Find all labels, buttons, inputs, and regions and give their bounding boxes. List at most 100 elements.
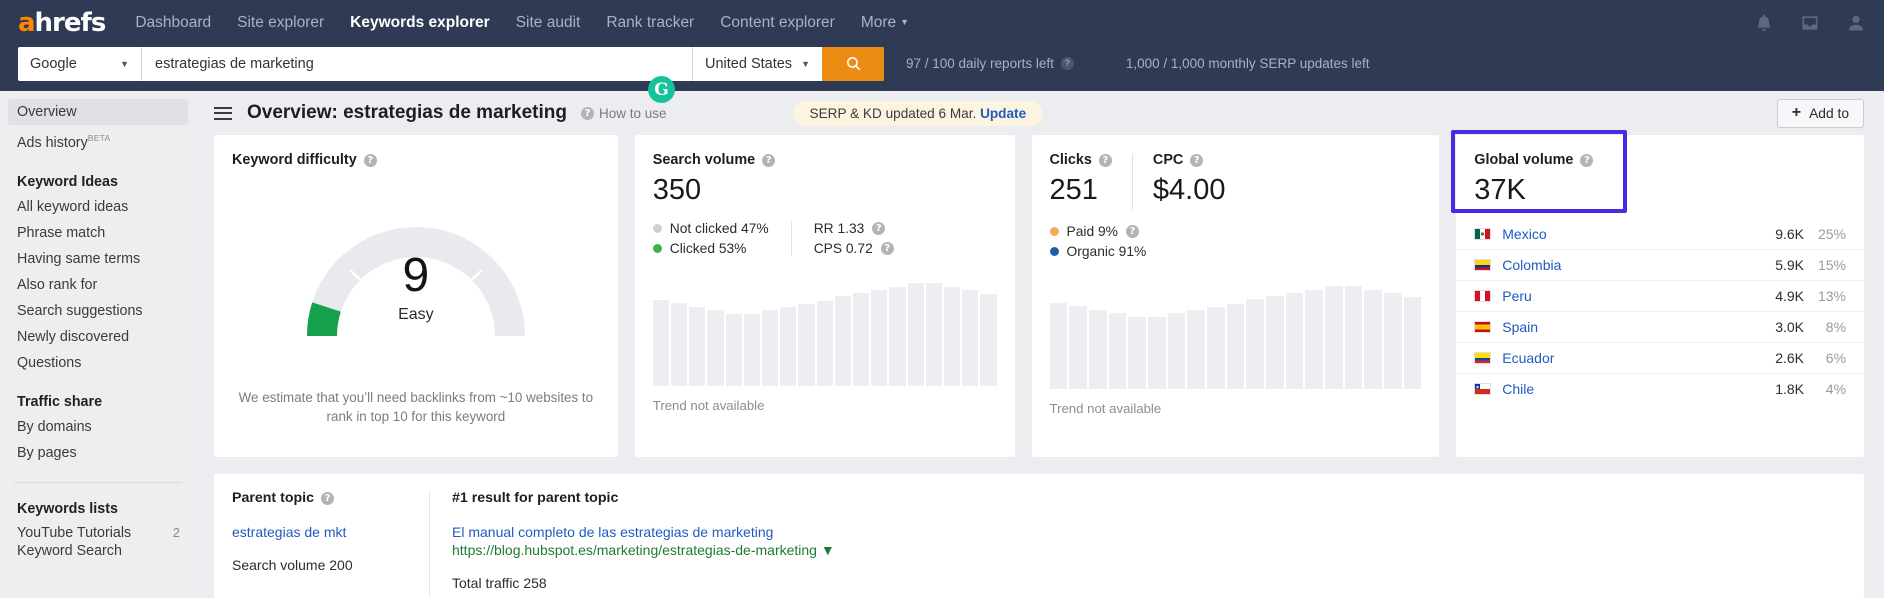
legend-dot-icon <box>1050 227 1059 236</box>
chart-bar <box>1305 290 1323 389</box>
ahrefs-logo[interactable]: ahrefs <box>18 10 105 36</box>
sidebar-item-having-same-terms[interactable]: Having same terms <box>0 246 196 272</box>
menu-toggle-icon[interactable] <box>214 107 232 120</box>
nav-label: Site explorer <box>237 14 324 31</box>
keyword-input[interactable] <box>142 47 692 81</box>
grammarly-badge-icon[interactable]: G <box>648 76 675 103</box>
chart-bar <box>1089 310 1107 389</box>
help-icon[interactable]: ? <box>1061 57 1074 70</box>
top-result-url-text: https://blog.hubspot.es/marketing/estrat… <box>452 542 817 558</box>
table-row[interactable]: Peru 4.9K 13% <box>1456 280 1864 311</box>
top-result-heading: #1 result for parent topic <box>452 490 1864 506</box>
chart-bar <box>653 300 669 386</box>
nav-content-explorer[interactable]: Content explorer <box>720 14 835 32</box>
help-icon[interactable]: ? <box>364 154 377 167</box>
monthly-serp-quota: 1,000 / 1,000 monthly SERP updates left <box>1126 56 1370 71</box>
chevron-down-icon[interactable]: ▼ <box>821 542 835 558</box>
country-percent: 6% <box>1804 350 1846 366</box>
help-icon[interactable]: ? <box>881 242 894 255</box>
country-volume: 3.0K <box>1775 319 1804 335</box>
top-result-title-link[interactable]: El manual completo de las estrategias de… <box>452 524 1864 540</box>
sidebar-item-label: All keyword ideas <box>17 199 128 215</box>
nav-dashboard[interactable]: Dashboard <box>135 14 211 32</box>
help-icon[interactable]: ? <box>1190 154 1203 167</box>
sidebar-item-questions[interactable]: Questions <box>0 350 196 376</box>
sidebar-item-search-suggestions[interactable]: Search suggestions <box>0 298 196 324</box>
table-row[interactable]: Chile 1.8K 4% <box>1456 373 1864 404</box>
chart-bar <box>853 293 869 386</box>
chart-bar <box>780 307 796 386</box>
bell-icon[interactable] <box>1754 13 1774 33</box>
table-row[interactable]: Mexico 9.6K 25% <box>1456 219 1864 249</box>
parent-topic-link[interactable]: estrategias de mkt <box>232 524 429 540</box>
sidebar-item-also-rank-for[interactable]: Also rank for <box>0 272 196 298</box>
chart-bar <box>744 314 760 386</box>
parent-topic-panel: Parent topic ? estrategias de mkt Search… <box>214 474 1864 598</box>
serp-update-link[interactable]: Update <box>980 106 1026 121</box>
daily-quota-text: 97 / 100 daily reports left <box>906 56 1054 71</box>
list-label: YouTube Tutorials Keyword Search <box>17 524 173 561</box>
nav-site-audit[interactable]: Site audit <box>516 14 581 32</box>
cpc-value: $4.00 <box>1153 173 1226 207</box>
page-title: Overview: estrategias de marketing <box>247 102 567 124</box>
chart-bar <box>1345 286 1363 389</box>
sidebar-item-phrase-match[interactable]: Phrase match <box>0 220 196 246</box>
country-volume: 1.8K <box>1775 381 1804 397</box>
navbar-actions <box>1754 13 1866 33</box>
sidebar-item-all-keyword-ideas[interactable]: All keyword ideas <box>0 194 196 220</box>
search-button[interactable] <box>822 47 884 81</box>
search-engine-select[interactable]: Google ▼ <box>18 47 142 81</box>
table-row[interactable]: Spain 3.0K 8% <box>1456 311 1864 342</box>
chart-bar <box>1266 296 1284 389</box>
cpc-title-label: CPC <box>1153 152 1183 168</box>
sidebar-item-label: By domains <box>17 419 92 435</box>
clicks-legend: Paid 9% ? Organic 91% <box>1050 224 1422 259</box>
chart-bar <box>1069 306 1087 389</box>
sidebar-item-by-domains[interactable]: By domains <box>0 414 196 440</box>
country-volume: 5.9K <box>1775 257 1804 273</box>
country-select[interactable]: United States ▼ <box>692 47 822 81</box>
top-result-url[interactable]: https://blog.hubspot.es/marketing/estrat… <box>452 542 1864 558</box>
nav-site-explorer[interactable]: Site explorer <box>237 14 324 32</box>
add-to-button[interactable]: + Add to <box>1777 99 1864 128</box>
cpc-block: CPC ? $4.00 <box>1153 152 1226 210</box>
clicks-trend-chart <box>1032 281 1440 389</box>
table-row[interactable]: Colombia 5.9K 15% <box>1456 249 1864 280</box>
chart-bar <box>1168 313 1186 389</box>
help-icon[interactable]: ? <box>762 154 775 167</box>
country-volume: 2.6K <box>1775 350 1804 366</box>
sidebar-item-newly-discovered[interactable]: Newly discovered <box>0 324 196 350</box>
help-icon[interactable]: ? <box>1580 154 1593 167</box>
nav-keywords-explorer[interactable]: Keywords explorer <box>350 14 490 32</box>
sidebar-item-label: Search suggestions <box>17 303 143 319</box>
help-icon[interactable]: ? <box>872 222 885 235</box>
legend-label: Organic 91% <box>1067 244 1147 259</box>
inbox-icon[interactable] <box>1800 13 1820 33</box>
help-icon[interactable]: ? <box>1126 225 1139 238</box>
chart-bar <box>1148 317 1166 389</box>
help-icon[interactable]: ? <box>321 492 334 505</box>
kd-card-title: Keyword difficulty ? <box>232 152 600 168</box>
chart-bar <box>944 287 960 386</box>
sidebar-item-youtube-tutorials-list[interactable]: YouTube Tutorials Keyword Search 2 <box>0 521 196 564</box>
nav-more[interactable]: More▼ <box>861 14 909 32</box>
table-row[interactable]: Ecuador 2.6K 6% <box>1456 342 1864 373</box>
user-icon[interactable] <box>1846 13 1866 33</box>
chart-bar <box>671 303 687 386</box>
nav-rank-tracker[interactable]: Rank tracker <box>606 14 694 32</box>
monthly-quota-text: 1,000 / 1,000 monthly SERP updates left <box>1126 56 1370 71</box>
chart-bar <box>726 314 742 386</box>
sv-trend-note: Trend not available <box>635 386 1015 413</box>
nav-label: More <box>861 14 896 31</box>
chart-bar <box>762 310 778 386</box>
legend-label: Clicked 53% <box>670 241 747 256</box>
kd-label: Easy <box>304 306 528 324</box>
top-navbar: ahrefs Dashboard Site explorer Keywords … <box>0 0 1884 46</box>
sidebar-item-ads-history[interactable]: Ads historyBETA <box>0 125 196 156</box>
how-to-use-link[interactable]: ? How to use <box>581 106 667 121</box>
chart-bar <box>980 294 996 386</box>
sidebar-item-by-pages[interactable]: By pages <box>0 440 196 466</box>
chart-bar <box>1109 313 1127 389</box>
sidebar-item-overview[interactable]: Overview <box>8 99 188 125</box>
help-icon[interactable]: ? <box>1099 154 1112 167</box>
